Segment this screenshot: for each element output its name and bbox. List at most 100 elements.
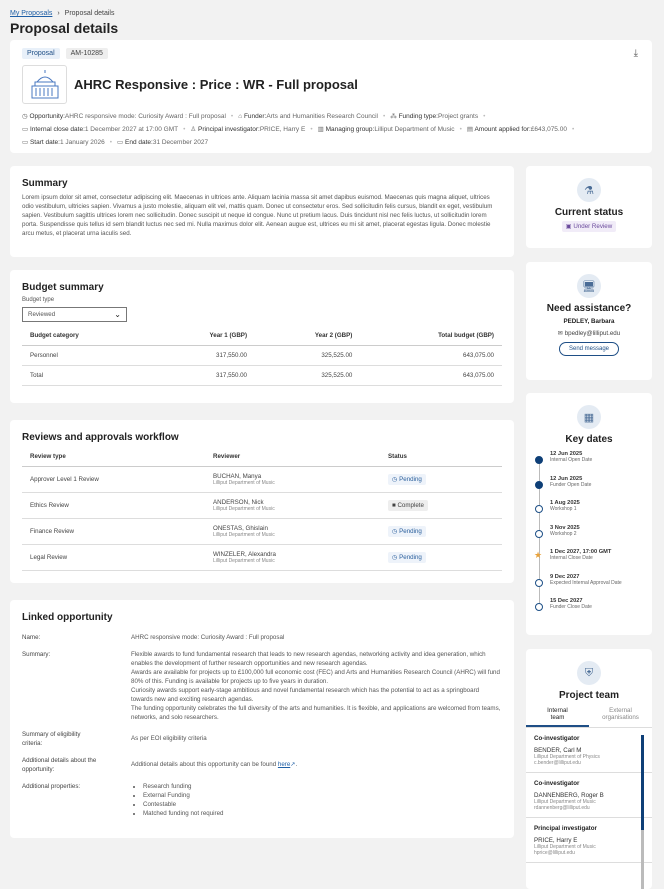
scrollbar[interactable] <box>641 735 644 889</box>
budget-type-value: Reviewed <box>28 311 56 318</box>
metadata-item: ⁂ Funding type:Project grants <box>390 113 478 120</box>
contact-name: PEDLEY, Barbara <box>563 318 615 325</box>
status-cell: ◷ Pending <box>380 518 502 545</box>
eligibility-label: Summary of eligibility criteria: <box>22 731 81 747</box>
cell: 643,075.00 <box>360 365 502 386</box>
proposal-illustration-icon <box>22 65 67 104</box>
metadata-label: Start date: <box>29 139 60 146</box>
metadata-item: ♙ Principal investigator:PRICE, Harry E <box>190 126 305 133</box>
summary-paragraph: The funding opportunity celebrates the f… <box>131 705 501 721</box>
open-dot-icon <box>535 578 543 587</box>
building-icon: ▥ <box>317 126 326 133</box>
budget-table: Budget category Year 1 (GBP) Year 2 (GBP) T… <box>22 326 502 386</box>
property-item: Matched funding not required <box>143 809 224 818</box>
status-text: Pending <box>399 528 422 535</box>
member-name: PRICE, Harry E <box>534 837 578 844</box>
team-illustration-icon: ⛨ <box>577 661 601 685</box>
separator-dot: • <box>230 113 234 120</box>
reviewer-dept: Lilliput Department of Music <box>213 480 275 486</box>
status-cell: ◷ Pending <box>380 466 502 493</box>
team-title: Project team <box>558 690 620 701</box>
status-badge: ◷ Pending <box>388 552 426 563</box>
separator-dot: • <box>183 126 186 133</box>
metadata-value: Project grants <box>437 113 479 120</box>
properties-label: Additional properties: <box>22 783 81 790</box>
filled-dot-icon <box>535 480 543 489</box>
name-value: AHRC responsive mode: Curiosity Award : … <box>131 634 285 641</box>
table-row: Total 317,550.00 325,525.00 643,075.00 <box>22 365 502 386</box>
member-email: c.bender@lilliput.edu <box>534 760 581 766</box>
summary-paragraph: Flexible awards to fund fundamental rese… <box>131 651 486 667</box>
download-icon[interactable]: ⤓ <box>634 48 638 59</box>
status-cell: ■ Complete <box>380 492 502 519</box>
metadata-item: ▭ End date:31 December 2027 <box>117 139 208 146</box>
proposal-metadata: ◷ Opportunity:AHRC responsive mode: Curi… <box>22 110 632 149</box>
metadata-label: Internal close date: <box>29 126 85 133</box>
team-member: Co-investigator BENDER, Carl M Lilliput De… <box>526 728 652 773</box>
status-illustration-icon: ⚗ <box>577 178 601 202</box>
reviewer-cell: WINZELER, Alexandra Lilliput Department o… <box>205 544 380 571</box>
col-header: Budget category <box>22 326 150 346</box>
status-badge: ◷ Pending <box>388 526 426 537</box>
person-icon: ♙ <box>190 126 199 133</box>
proposal-header-card: Proposal AM-10285 ⤓ AHRC Responsive : Pri… <box>10 40 652 153</box>
metadata-label: Opportunity: <box>29 113 65 120</box>
here-link[interactable]: here <box>278 761 290 768</box>
key-date-label: Internal Close Date <box>550 555 593 561</box>
col-header: Year 1 (GBP) <box>149 326 255 346</box>
cell: 325,525.00 <box>255 365 361 386</box>
member-role: Principal investigator <box>534 825 597 832</box>
reviews-card: Reviews and approvals workflow Review ty… <box>10 420 514 583</box>
contact-email: bpedley@lilliput.edu <box>564 330 621 337</box>
cell: 643,075.00 <box>360 345 502 366</box>
key-dates-title: Key dates <box>565 434 613 445</box>
property-item: Research funding <box>143 782 224 791</box>
tab-external-organisations[interactable]: External organisations <box>589 707 652 727</box>
review-type: Legal Review <box>22 544 205 571</box>
metadata-value: AHRC responsive mode: Curiosity Award : … <box>64 113 226 120</box>
breadcrumb-my-proposals[interactable]: My Proposals <box>10 10 52 17</box>
metadata-label: Funding type: <box>398 113 438 120</box>
assistance-illustration-icon: 🖥 <box>577 274 601 298</box>
cell: Total <box>22 365 150 386</box>
summary-title: Summary <box>22 178 68 189</box>
col-header: Reviewer <box>205 447 380 467</box>
summary-label: Summary: <box>22 651 51 658</box>
send-message-button[interactable]: Send message <box>558 342 620 356</box>
budget-type-select[interactable]: Reviewed ⌄ <box>22 307 127 322</box>
reviewer-name: WINZELER, Alexandra <box>213 551 276 558</box>
metadata-item: ▤ Amount applied for:£643,075.00 <box>467 126 567 133</box>
open-dot-icon <box>535 529 543 538</box>
separator-dot: • <box>571 126 575 133</box>
tab-internal-team[interactable]: Internal team <box>526 707 589 727</box>
calendar-icon: ▭ <box>117 139 125 146</box>
additional-details-text: Additional details about this opportunit… <box>131 761 278 768</box>
reviewer-name: ANDERSON, Nick <box>213 499 264 506</box>
assistance-title: Need assistance? <box>546 303 632 314</box>
metadata-label: Amount applied for: <box>474 126 531 133</box>
key-date-item: ★ 1 Dec 2027, 17:00 GMT Internal Close Dat… <box>526 549 652 574</box>
separator-dot: • <box>310 126 313 133</box>
reviewer-dept: Lilliput Department of Music <box>213 506 275 512</box>
linked-title: Linked opportunity <box>22 612 113 623</box>
col-header: Review type <box>22 447 205 467</box>
status-text: Complete <box>397 502 424 509</box>
budget-type-label: Budget type <box>22 297 55 303</box>
property-item: Contestable <box>143 800 224 809</box>
member-role: Co-investigator <box>534 780 580 787</box>
mail-icon: ✉ <box>557 330 565 337</box>
cell: 325,525.00 <box>255 345 361 366</box>
review-type: Finance Review <box>22 518 205 545</box>
team-member: Principal investigator PRICE, Harry E Lill… <box>526 818 652 863</box>
status-title: Current status <box>554 207 624 218</box>
star-icon: ★ <box>534 550 543 560</box>
key-date-label: Internal Open Date <box>550 457 593 463</box>
member-name: BENDER, Carl M <box>534 747 582 754</box>
additional-details-label: Additional details about the opportunity… <box>22 757 97 773</box>
property-item: External Funding <box>143 791 224 800</box>
page-title: Proposal details <box>10 20 119 36</box>
table-row: Approver Level 1 Review BUCHAN, Manya Lill… <box>22 466 502 493</box>
col-header: Total budget (GBP) <box>360 326 502 346</box>
linked-opportunity-card: Linked opportunity Name: AHRC responsive … <box>10 600 514 838</box>
metadata-item: ▭ Internal close date:1 December 2027 at… <box>22 126 178 133</box>
